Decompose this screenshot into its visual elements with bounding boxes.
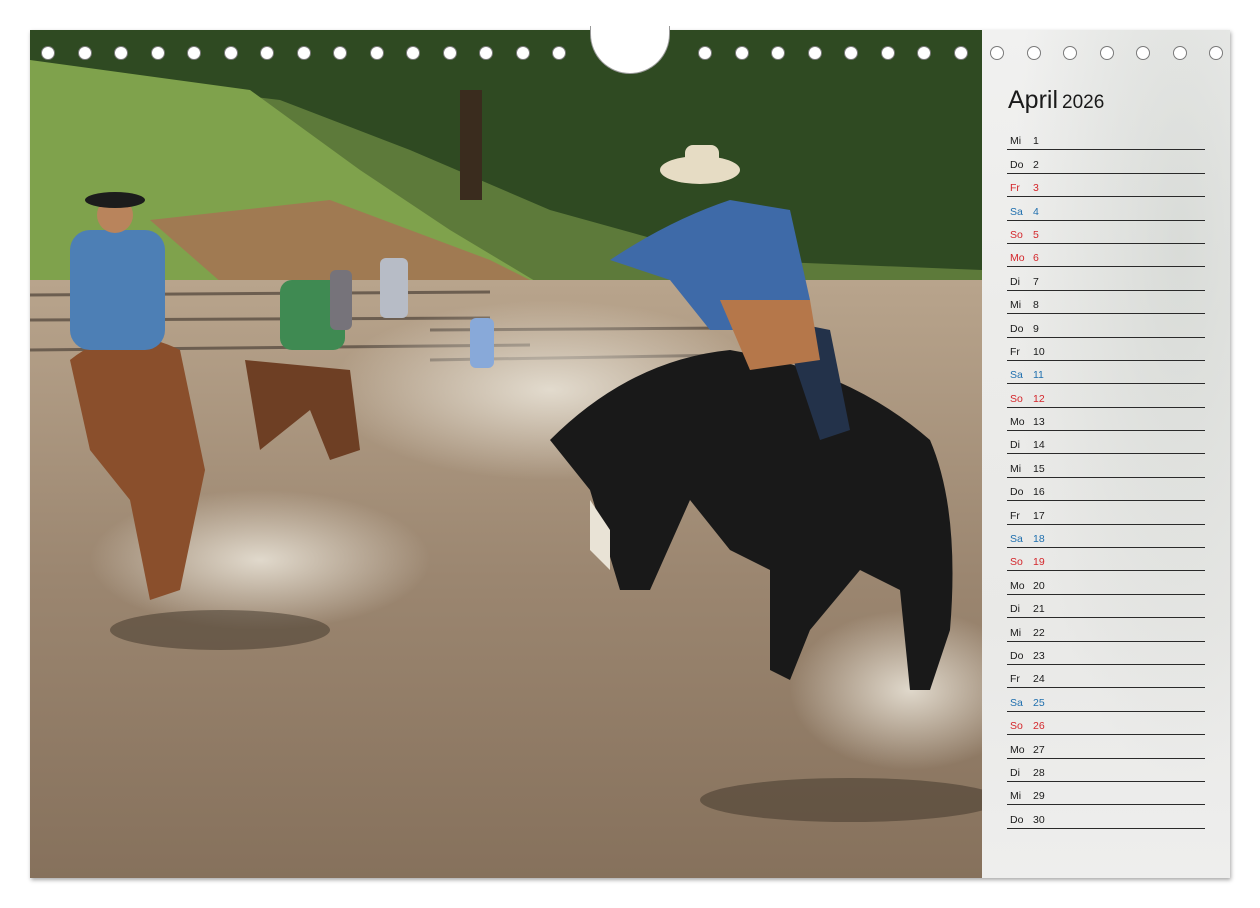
day-row: Sa 25 [1007,688,1205,712]
weekday-label: Mo [1010,252,1025,265]
day-row: Mo 13 [1007,408,1205,432]
day-number: 18 [1033,533,1045,546]
weekday-label: Mi [1010,299,1022,312]
day-number: 23 [1033,649,1045,662]
weekday-label: Fr [1010,509,1020,522]
weekday-label: Di [1010,766,1020,779]
day-row: Mi 15 [1007,454,1205,478]
day-row: Sa 4 [1007,197,1205,221]
day-row: Mo 20 [1007,571,1205,595]
weekday-label: Mo [1010,416,1025,429]
day-number: 9 [1033,322,1039,335]
weekday-label: Di [1010,439,1020,452]
day-number: 26 [1033,720,1045,733]
day-number: 15 [1033,462,1045,475]
day-number: 8 [1033,299,1039,312]
day-row: So 19 [1007,548,1205,572]
weekday-label: So [1010,392,1023,405]
day-number: 29 [1033,790,1045,803]
day-number: 2 [1033,158,1039,171]
weekday-label: So [1010,720,1023,733]
day-number: 7 [1033,275,1039,288]
weekday-label: Fr [1010,673,1020,686]
weekday-label: So [1010,228,1023,241]
day-number: 24 [1033,673,1045,686]
day-row: Di 14 [1007,431,1205,455]
weekday-label: Mi [1010,790,1022,803]
weekday-label: Sa [1010,533,1023,546]
day-row: Do 23 [1007,642,1205,665]
day-row: Fr 24 [1007,665,1205,689]
day-row: So 12 [1007,384,1205,408]
day-number: 10 [1033,345,1045,358]
month-name: April [1008,86,1059,114]
day-number: 25 [1033,696,1045,709]
day-row: Do 16 [1007,478,1205,502]
day-number: 21 [1033,603,1045,616]
day-row: Do 30 [1007,805,1205,829]
day-number: 12 [1033,392,1045,405]
calendar-page: April 2026 Mi 1 Do 2 Fr 3 Sa 4 So 5 Mo 6 Di 7 Mi 8 Do 9 Fr 1… [30,30,1230,878]
rodeo-photo [30,30,982,878]
weekday-label: Do [1010,649,1024,662]
day-row: Mi 22 [1007,618,1205,642]
day-number: 28 [1033,766,1045,779]
weekday-label: Do [1010,158,1024,171]
weekday-label: Mo [1010,579,1025,592]
weekday-label: Do [1010,322,1024,335]
day-row: Sa 18 [1007,525,1205,549]
day-number: 6 [1033,252,1039,265]
month-title: April 2026 [1008,86,1104,115]
weekday-label: Do [1010,813,1024,826]
weekday-label: Sa [1010,696,1023,709]
day-row: Mi 1 [1007,127,1205,151]
day-number: 17 [1033,509,1045,522]
weekday-label: Di [1010,275,1020,288]
day-row: Fr 17 [1007,501,1205,525]
weekday-label: Mo [1010,743,1025,756]
day-row: Fr 10 [1007,338,1205,361]
day-row: Di 21 [1007,595,1205,619]
day-number: 30 [1033,813,1045,826]
day-row: Di 28 [1007,759,1205,782]
day-number: 11 [1033,369,1044,382]
day-number: 4 [1033,205,1039,218]
day-number: 22 [1033,626,1045,639]
day-row: Fr 3 [1007,174,1205,198]
day-number: 13 [1033,416,1045,429]
day-list: Mi 1 Do 2 Fr 3 Sa 4 So 5 Mo 6 Di 7 Mi 8 Do 9 Fr 10 Sa 11 So 12 M… [1007,127,1205,829]
day-number: 16 [1033,486,1045,499]
weekday-label: Fr [1010,182,1020,195]
day-number: 19 [1033,556,1045,569]
weekday-label: Sa [1010,205,1023,218]
weekday-label: Di [1010,603,1020,616]
weekday-label: Fr [1010,345,1020,358]
day-row: So 26 [1007,712,1205,736]
day-number: 20 [1033,579,1045,592]
day-row: Mo 27 [1007,735,1205,759]
day-number: 14 [1033,439,1045,452]
day-row: Di 7 [1007,267,1205,291]
weekday-label: Mi [1010,462,1022,475]
weekday-label: Mi [1010,135,1022,148]
day-number: 5 [1033,228,1039,241]
day-row: Do 9 [1007,314,1205,338]
day-row: Sa 11 [1007,361,1205,385]
calendar-panel: April 2026 Mi 1 Do 2 Fr 3 Sa 4 So 5 Mo 6 Di 7 Mi 8 Do 9 Fr 1… [982,30,1230,878]
month-year: 2026 [1062,92,1105,113]
day-row: Mo 6 [1007,244,1205,268]
day-number: 1 [1033,135,1039,148]
weekday-label: So [1010,556,1023,569]
day-row: So 5 [1007,221,1205,244]
day-number: 3 [1033,182,1039,195]
weekday-label: Sa [1010,369,1023,382]
weekday-label: Mi [1010,626,1022,639]
weekday-label: Do [1010,486,1024,499]
day-number: 27 [1033,743,1045,756]
day-row: Mi 29 [1007,782,1205,806]
day-row: Mi 8 [1007,291,1205,315]
day-row: Do 2 [1007,150,1205,174]
